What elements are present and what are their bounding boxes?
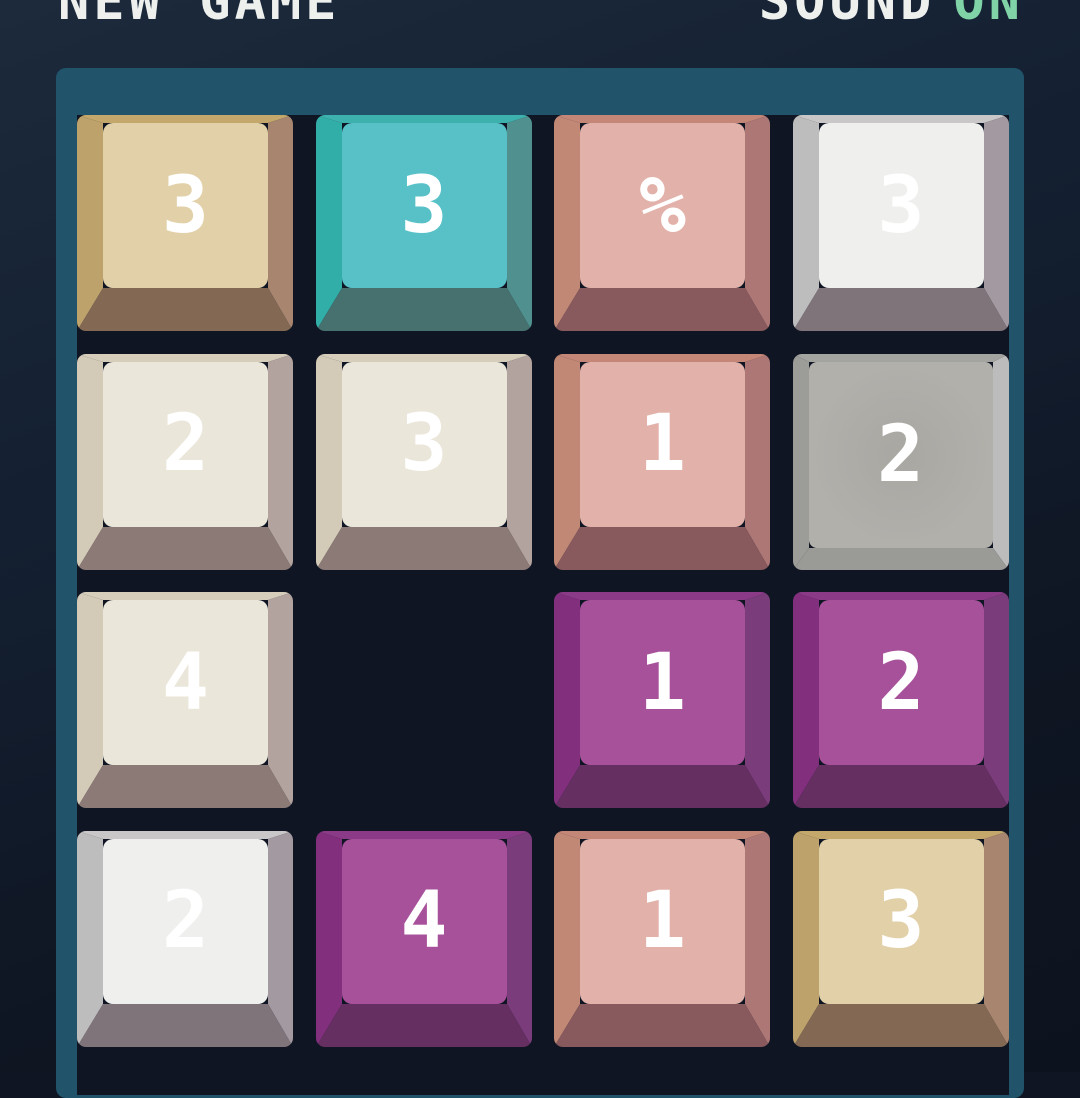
tile-bevel-top [792,115,1009,123]
tile-bevel-bottom [792,288,1009,331]
tile-number: 1 [639,876,686,966]
tile-number: 3 [400,160,448,251]
tile-number: 4 [400,876,448,966]
tile-bevel-top [315,115,532,123]
tile-bevel-top [554,830,770,839]
tile-number: 4 [162,637,209,728]
tile[interactable]: % [554,115,770,331]
tile-number: 2 [877,637,925,728]
tile[interactable]: 1 [554,353,770,570]
sound-label: SOUND [758,0,936,32]
tile-bevel-top [77,353,293,362]
tile-bevel-top [792,353,1009,362]
tile-bevel-bottom [315,288,532,331]
tile[interactable]: 3 [315,353,532,570]
tile-bevel-top [315,353,532,362]
tile-number: 3 [877,160,925,251]
tile-number: 1 [639,637,686,728]
tile[interactable]: 2 [792,592,1009,808]
tile-bevel-top [77,592,293,600]
tile-bevel-bottom [315,1003,532,1047]
tile-number: 2 [162,876,209,966]
tile-number: 1 [639,399,686,489]
tile-bevel-right [992,353,1009,570]
tile-bevel-top [77,830,293,839]
tile-bevel-bottom [77,288,293,331]
tile-bevel-bottom [792,547,1009,570]
tile-bevel-top [554,592,770,600]
tile[interactable]: 1 [554,830,770,1047]
game-board: 3 3% 3 2 3 1 2 4 1 2 2 4 1 3 [56,68,1024,1098]
tile-bevel-bottom [315,526,532,570]
tile[interactable]: 3 [315,115,532,331]
tile-bevel-top [554,353,770,362]
tile-bevel-bottom [77,526,293,570]
sound-status: ON [953,0,1024,32]
new-game-button[interactable]: NEW GAME [58,0,340,28]
tile[interactable]: 2 [77,353,293,570]
tile[interactable]: 2 [792,353,1009,570]
tile-bevel-bottom [554,765,770,808]
tile[interactable]: 1 [554,592,770,808]
top-bar: NEW GAME SOUND ON [0,0,1080,28]
tile-bevel-top [315,830,532,839]
tile-number: 3 [877,876,925,966]
tile-number: % [639,160,686,251]
tile-bevel-bottom [77,765,293,808]
tile-bevel-bottom [554,288,770,331]
tile-bevel-top [77,115,293,123]
tile-bevel-bottom [77,1003,293,1047]
tile-bevel-bottom [792,765,1009,808]
tile-bevel-top [792,592,1009,600]
tile[interactable]: 3 [77,115,293,331]
tile-bevel-top [554,115,770,123]
tile-number: 2 [162,399,209,489]
tile-bevel-top [792,830,1009,839]
tile-bevel-bottom [792,1003,1009,1047]
tile[interactable]: 3 [792,115,1009,331]
tile-number: 2 [877,409,924,500]
sound-toggle[interactable]: SOUND ON [759,0,1024,28]
tile[interactable]: 4 [315,830,532,1047]
tile-number: 3 [162,160,209,251]
tile[interactable]: 4 [77,592,293,808]
tile[interactable]: 3 [792,830,1009,1047]
tile-bevel-left [792,353,809,570]
tile-bevel-bottom [554,1003,770,1047]
tile-number: 3 [400,399,448,489]
tile[interactable]: 2 [77,830,293,1047]
tile-bevel-bottom [554,526,770,570]
